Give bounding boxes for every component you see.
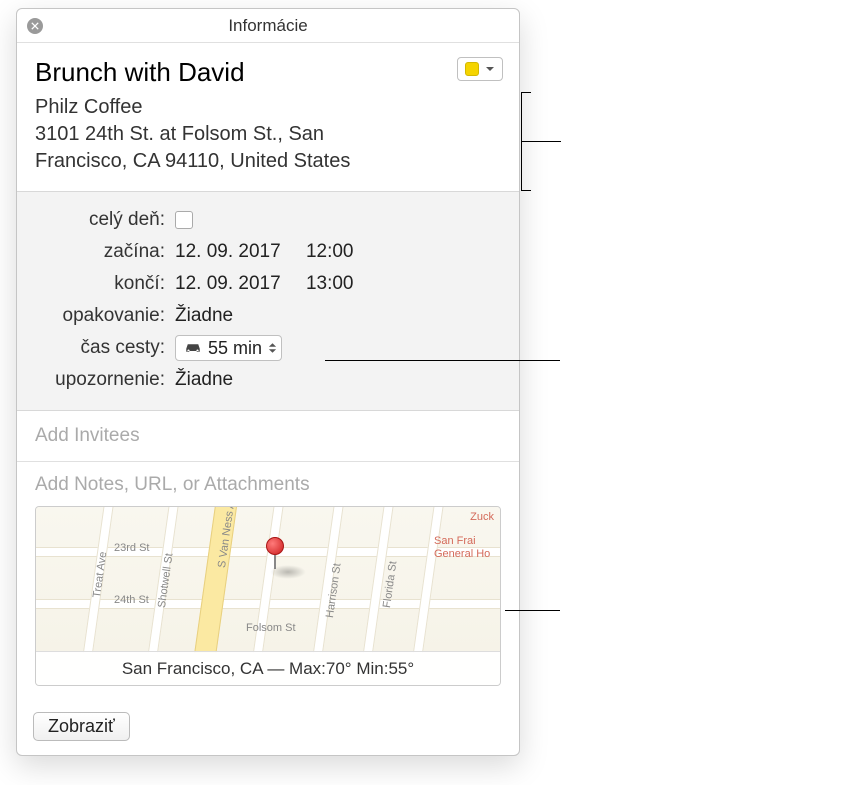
repeat-value[interactable]: Žiadne [175,305,501,327]
ends-date: 12. 09. 2017 [175,273,281,295]
footer: Zobraziť [17,702,519,755]
window-title: Informácie [228,16,307,36]
travel-time-picker[interactable]: 55 min [175,335,282,361]
event-info-popover: Informácie Brunch with David Philz Coffe… [16,8,520,756]
starts-value[interactable]: 12. 09. 2017 12:00 [175,241,501,263]
calendar-picker[interactable] [457,57,503,81]
poi-sfgh: San Frai General Ho [434,535,494,561]
all-day-checkbox[interactable] [175,211,193,229]
header-section: Brunch with David Philz Coffee 3101 24th… [17,43,519,192]
repeat-label: opakovanie: [35,305,175,327]
add-notes-field[interactable]: Add Notes, URL, or Attachments [35,474,501,496]
alert-label: upozornenie: [35,369,175,391]
add-invitees-field[interactable]: Add Invitees [17,411,519,462]
travel-time-value: 55 min [208,338,262,359]
starts-label: začína: [35,241,175,263]
poi-zuckerberg: Zuck [470,511,494,524]
location-addr-line2: Francisco, CA 94110, United States [35,148,501,175]
alert-value[interactable]: Žiadne [175,369,501,391]
stepper-arrows-icon [268,342,277,354]
all-day-label: celý deň: [35,209,175,231]
weather-bar: San Francisco, CA — Max:70° Min:55° [36,651,500,685]
notes-section: Add Notes, URL, or Attachments 23rd St 2… [17,462,519,702]
pin-icon [266,537,284,555]
map-pin [266,537,286,567]
street-treat: Treat Ave [91,551,109,599]
ends-value[interactable]: 12. 09. 2017 13:00 [175,273,501,295]
car-icon [184,341,202,355]
ends-label: končí: [35,273,175,295]
calendar-color-swatch [465,62,479,76]
location-addr-line1: 3101 24th St. at Folsom St., San [35,121,501,148]
event-location[interactable]: Philz Coffee 3101 24th St. at Folsom St.… [35,94,501,175]
map-canvas: 23rd St 24th St Folsom St Harrison St Sh… [36,507,500,653]
starts-time: 12:00 [306,241,354,262]
show-button[interactable]: Zobraziť [33,712,130,741]
starts-date: 12. 09. 2017 [175,241,281,263]
map-preview[interactable]: 23rd St 24th St Folsom St Harrison St Sh… [35,506,501,686]
location-name: Philz Coffee [35,94,501,121]
travel-label: čas cesty: [35,337,175,359]
event-title[interactable]: Brunch with David [35,57,501,88]
chevron-down-icon [485,60,495,78]
street-23rd: 23rd St [114,542,149,554]
ends-time: 13:00 [306,273,354,294]
titlebar: Informácie [17,9,519,43]
street-24th: 24th St [114,594,149,606]
details-section: celý deň: začína: 12. 09. 2017 12:00 kon… [17,192,519,411]
close-button[interactable] [27,18,43,34]
street-folsom: Folsom St [246,622,296,634]
close-icon [31,22,39,30]
